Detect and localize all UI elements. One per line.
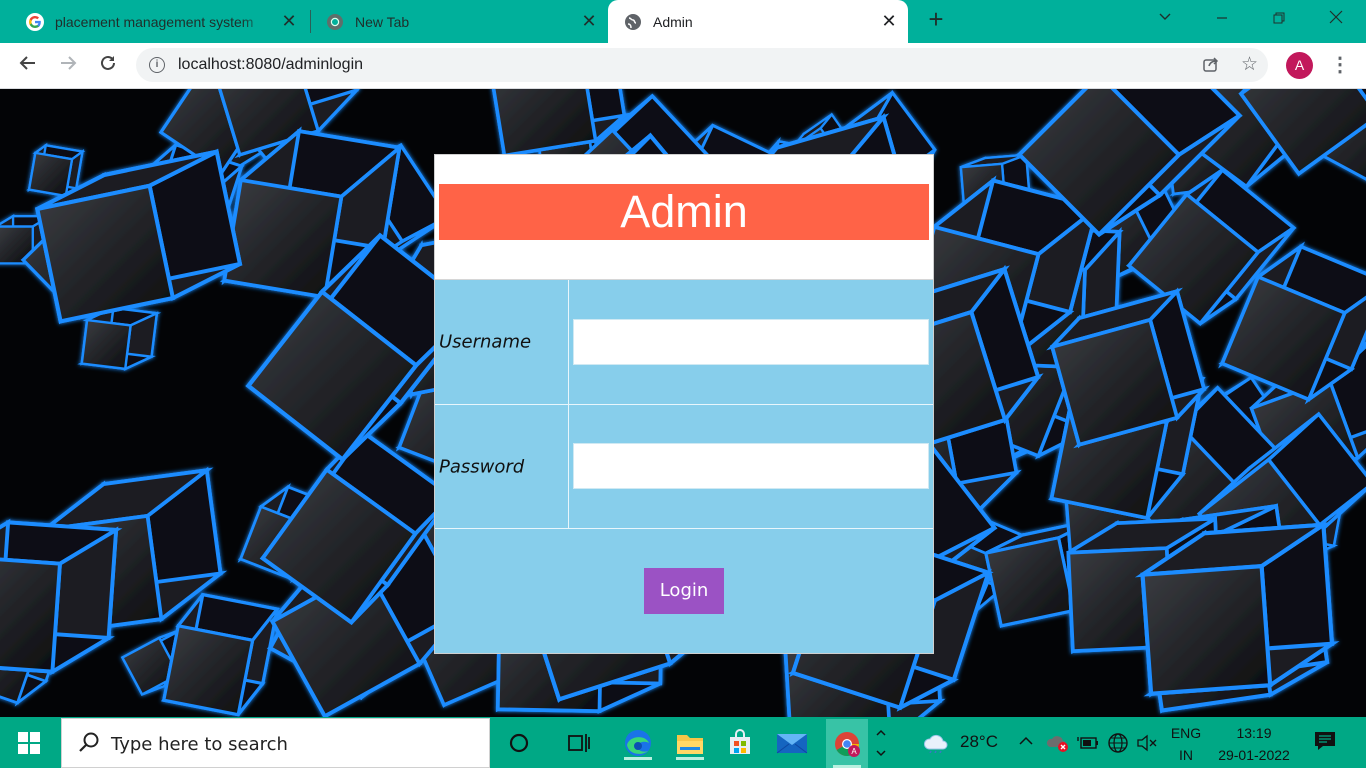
task-view-icon[interactable] <box>562 726 596 760</box>
file-explorer-icon[interactable] <box>673 726 707 760</box>
volume-muted-icon[interactable] <box>1136 733 1158 757</box>
profile-avatar[interactable]: A <box>1286 52 1313 79</box>
tab-new-tab[interactable]: New Tab ✕ <box>314 0 608 43</box>
chrome-icon <box>326 13 344 31</box>
input-language-indicator[interactable]: ENG IN <box>1170 722 1202 766</box>
close-window-button[interactable] <box>1322 6 1350 34</box>
browser-tab-strip: placement management system ✕ New Tab ✕ … <box>0 0 1366 43</box>
running-indicator <box>624 757 652 760</box>
battery-icon[interactable] <box>1077 735 1099 755</box>
search-icon <box>78 731 100 759</box>
username-label: Username <box>439 331 532 353</box>
forward-arrow-icon <box>61 56 77 70</box>
network-globe-icon[interactable] <box>1107 732 1129 758</box>
browser-toolbar: i localhost:8080/adminlogin ☆ A ⋮ <box>0 43 1366 89</box>
restore-button[interactable] <box>1265 6 1293 34</box>
windows-taskbar: Type here to search A 28°C ENG IN 13:19 … <box>0 717 1366 768</box>
clock-time: 13:19 <box>1236 725 1272 741</box>
forward-button[interactable] <box>55 53 81 79</box>
reload-button[interactable] <box>95 53 121 79</box>
tab-separator <box>310 10 311 33</box>
search-placeholder: Type here to search <box>111 734 288 755</box>
tab-admin[interactable]: Admin ✕ <box>608 0 908 43</box>
browser-menu-icon[interactable]: ⋮ <box>1330 51 1350 79</box>
bookmark-star-icon[interactable]: ☆ <box>1241 53 1258 76</box>
admin-login-panel: Admin Username Password Login <box>434 154 934 654</box>
back-arrow-icon <box>19 56 35 70</box>
username-input[interactable] <box>573 319 929 365</box>
page-viewport: Admin Username Password Login <box>0 89 1366 717</box>
notification-center-icon[interactable] <box>1314 731 1336 751</box>
close-tab-icon[interactable]: ✕ <box>880 12 898 30</box>
password-label: Password <box>439 456 525 477</box>
taskbar-search-box[interactable]: Type here to search <box>61 718 490 768</box>
region-code: IN <box>1179 747 1193 763</box>
onedrive-error-icon[interactable] <box>1046 733 1070 757</box>
password-input[interactable] <box>573 443 929 489</box>
tab-title: Admin <box>653 13 693 30</box>
tab-search-chevron-icon[interactable] <box>1151 6 1179 34</box>
running-indicator <box>676 757 704 760</box>
close-tab-icon[interactable]: ✕ <box>280 12 298 30</box>
tab-title: placement management system <box>55 13 254 30</box>
page-title: Admin <box>439 184 929 240</box>
site-info-icon[interactable]: i <box>149 57 165 73</box>
chrome-icon: A <box>835 731 860 757</box>
password-label-cell: Password <box>435 405 569 528</box>
globe-icon <box>624 13 642 31</box>
microsoft-store-icon[interactable] <box>723 726 757 760</box>
taskbar-overflow-arrows[interactable] <box>870 717 892 768</box>
edge-icon[interactable] <box>621 726 655 760</box>
share-icon[interactable] <box>1202 55 1220 78</box>
windows-start-icon[interactable] <box>18 732 40 754</box>
login-button[interactable]: Login <box>644 568 724 614</box>
weather-temperature[interactable]: 28°C <box>960 732 998 752</box>
system-clock[interactable]: 13:19 29-01-2022 <box>1212 722 1296 766</box>
weather-icon[interactable] <box>922 731 950 757</box>
cortana-icon[interactable] <box>502 726 536 760</box>
address-bar[interactable]: i localhost:8080/adminlogin ☆ <box>136 48 1268 82</box>
background-cube <box>77 305 162 371</box>
close-tab-icon[interactable]: ✕ <box>580 12 598 30</box>
svg-text:A: A <box>851 747 857 756</box>
tab-title: New Tab <box>355 13 410 30</box>
address-url: localhost:8080/adminlogin <box>178 56 364 73</box>
language-code: ENG <box>1170 725 1202 741</box>
reload-icon <box>101 55 115 70</box>
minimize-button[interactable] <box>1208 6 1236 34</box>
clock-date: 29-01-2022 <box>1218 747 1290 763</box>
tab-placement-management[interactable]: placement management system ✕ <box>16 0 308 43</box>
login-button-row: Login <box>435 529 933 653</box>
password-row: Password <box>435 405 933 529</box>
google-g-icon <box>26 12 44 31</box>
login-header: Admin <box>435 155 933 280</box>
new-tab-button[interactable]: + <box>924 6 948 32</box>
username-label-cell: Username <box>435 280 569 404</box>
chrome-taskbar-button[interactable]: A <box>826 719 868 768</box>
back-button[interactable] <box>15 53 41 79</box>
mail-icon[interactable] <box>775 726 809 760</box>
show-hidden-icons-chevron-icon[interactable] <box>1017 732 1035 754</box>
username-row: Username <box>435 280 933 405</box>
